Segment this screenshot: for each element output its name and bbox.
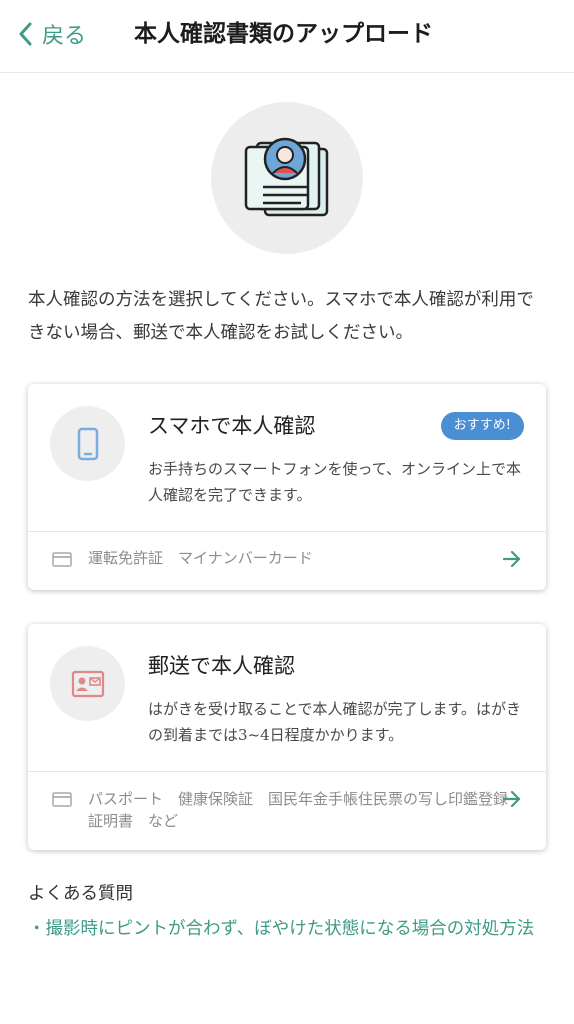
divider <box>28 771 546 772</box>
id-card-mail-icon <box>71 670 104 697</box>
smartphone-icon <box>77 427 98 460</box>
page-title: 本人確認書類のアップロード <box>134 21 433 47</box>
hero-illustration <box>211 102 363 254</box>
option-description: お手持ちのスマートフォンを使って、オンライン上で本人確認を完了できます。 <box>148 460 522 504</box>
card-icon <box>52 792 72 807</box>
recommended-badge: おすすめ! <box>440 412 524 440</box>
option-card-smartphone[interactable]: スマホで本人確認 おすすめ! お手持ちのスマートフォンを使って、オンライン上で本… <box>28 384 546 590</box>
option-icon-circle <box>50 646 125 721</box>
option-description: はがきを受け取ることで本人確認が完了します。はがきの到着までは3~4日程度かかり… <box>148 700 522 744</box>
option-icon-circle <box>50 406 125 481</box>
divider <box>28 531 546 532</box>
intro-text: 本人確認の方法を選択してください。スマホで本人確認が利用できない場合、郵送で本人… <box>28 290 534 343</box>
accepted-documents: 運転免許証 マイナンバーカード <box>88 549 313 567</box>
accepted-documents: パスポート 健康保険証 国民年金手帳住民票の写し印鑑登録証明書 など <box>88 790 509 830</box>
faq-heading: よくある質問 <box>28 884 133 904</box>
back-label: 戻る <box>42 24 87 49</box>
app-header: 戻る 本人確認書類のアップロード <box>0 0 574 73</box>
id-documents-icon <box>244 137 329 217</box>
faq-link[interactable]: ・撮影時にピントが合わず、ぼやけた状態になる場合の対処方法 <box>28 912 548 946</box>
arrow-right-icon[interactable] <box>502 790 522 808</box>
arrow-right-icon[interactable] <box>502 550 522 568</box>
card-icon <box>52 552 72 567</box>
option-card-mail[interactable]: 郵送で本人確認 はがきを受け取ることで本人確認が完了します。はがきの到着までは3… <box>28 624 546 850</box>
back-button[interactable]: 戻る <box>18 18 86 50</box>
chevron-left-icon <box>19 22 32 46</box>
option-title: スマホで本人確認 <box>148 414 316 438</box>
option-title: 郵送で本人確認 <box>148 654 295 678</box>
